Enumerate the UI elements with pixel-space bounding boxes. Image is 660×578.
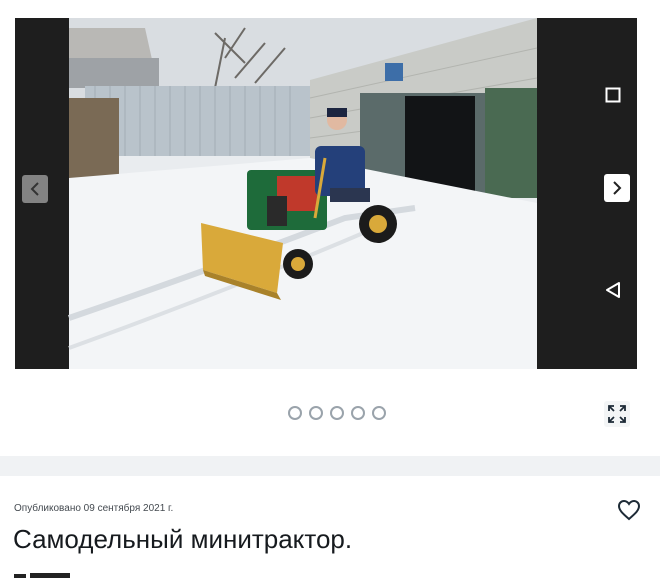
article-title: Самодельный минитрактор. bbox=[13, 524, 353, 554]
heart-icon[interactable] bbox=[617, 499, 641, 521]
expand-icon bbox=[608, 405, 626, 423]
pagination-dot[interactable] bbox=[330, 406, 344, 420]
gallery-photo[interactable] bbox=[15, 18, 637, 369]
gallery-prev-button[interactable] bbox=[22, 175, 48, 203]
gallery-next-button[interactable] bbox=[604, 174, 630, 202]
pagination-dot[interactable] bbox=[309, 406, 323, 420]
article-header: Опубликовано 09 сентября 2021 г. Самодел… bbox=[0, 476, 660, 578]
pagination-dot[interactable] bbox=[372, 406, 386, 420]
pagination-dot[interactable] bbox=[288, 406, 302, 420]
section-separator bbox=[0, 456, 660, 476]
pagination-dot[interactable] bbox=[351, 406, 365, 420]
fullscreen-button[interactable] bbox=[604, 401, 630, 427]
photo-gallery bbox=[0, 0, 660, 456]
square-icon[interactable] bbox=[605, 87, 621, 103]
publish-date: Опубликовано 09 сентября 2021 г. bbox=[14, 503, 174, 514]
chevron-right-icon bbox=[613, 181, 622, 195]
tractor-photo-illustration bbox=[15, 18, 637, 369]
triangle-back-icon[interactable] bbox=[604, 281, 622, 299]
chevron-left-icon bbox=[30, 182, 39, 196]
truncated-text-line bbox=[14, 573, 70, 578]
gallery-pagination bbox=[288, 406, 386, 422]
